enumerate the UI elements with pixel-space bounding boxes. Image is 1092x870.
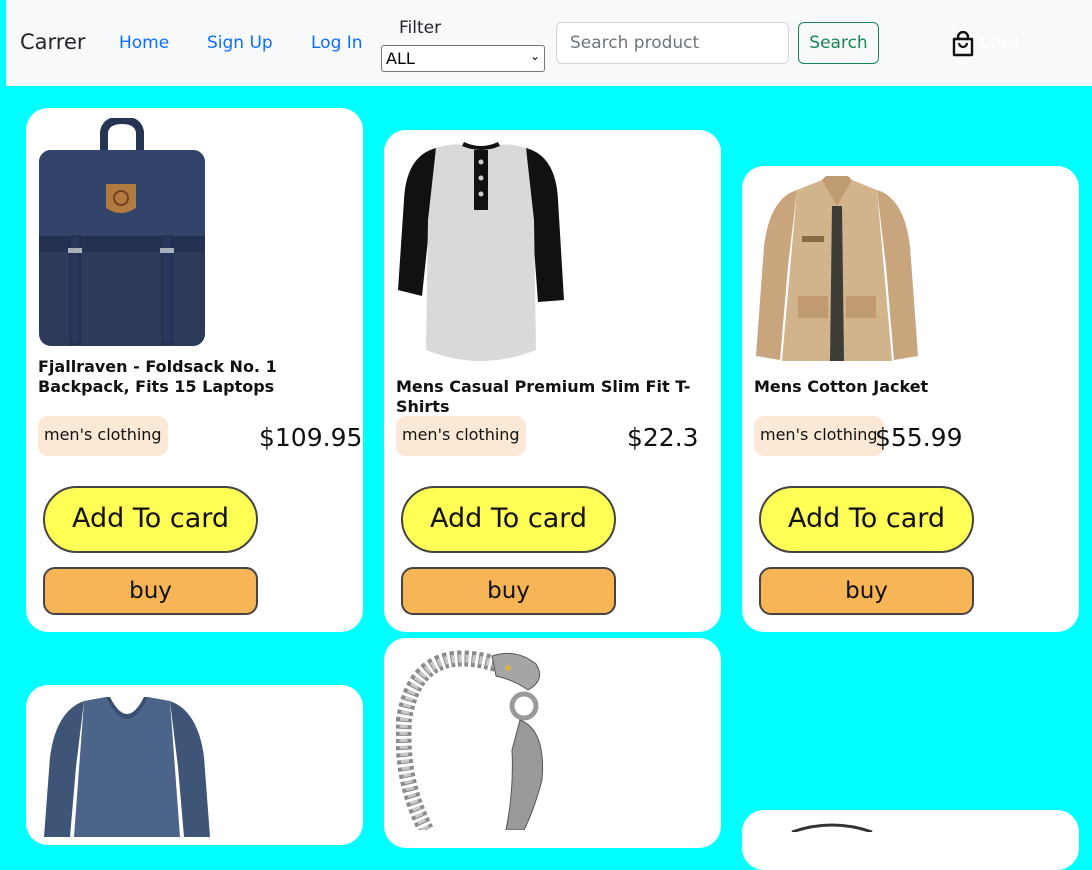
product-card [26, 685, 363, 845]
category-badge: men's clothing [754, 416, 884, 456]
shopping-bag-icon[interactable] [952, 31, 974, 57]
filter-label: Filter [399, 18, 442, 38]
nav-link-home[interactable]: Home [119, 33, 169, 53]
v-neck-sweater-image[interactable] [44, 697, 210, 837]
nav-link-log-in[interactable]: Log In [311, 33, 363, 53]
product-title: Mens Casual Premium Slim Fit T-Shirts [396, 377, 691, 416]
product-card: Mens Cotton Jacket men's clothing $55.99… [742, 166, 1079, 632]
product-card [742, 810, 1079, 870]
dragon-bracelet-image[interactable] [396, 650, 566, 830]
filter-selected-value: ALL [386, 49, 415, 68]
category-badge: men's clothing [396, 416, 526, 456]
product-card: Mens Casual Premium Slim Fit T-Shirts me… [384, 130, 721, 632]
add-to-card-button[interactable]: Add To card [43, 486, 258, 553]
product-card: Fjallraven - Foldsack No. 1 Backpack, Fi… [26, 108, 363, 632]
product-price: $55.99 [875, 423, 963, 452]
henley-shirt-image[interactable] [396, 140, 566, 366]
product-card [384, 638, 721, 848]
brand-logo[interactable]: Carrer [20, 30, 86, 54]
navbar: Carrer Home Sign Up Log In Filter ALL ⌄ … [0, 0, 1092, 86]
add-to-card-button[interactable]: Add To card [759, 486, 974, 553]
nav-link-sign-up[interactable]: Sign Up [207, 33, 273, 53]
product-price: $22.3 [627, 423, 699, 452]
product-title: Mens Cotton Jacket [754, 377, 929, 396]
search-input[interactable]: Search product [556, 22, 789, 64]
buy-button[interactable]: buy [401, 567, 616, 615]
buy-button[interactable]: buy [759, 567, 974, 615]
cotton-jacket-image[interactable] [752, 176, 922, 366]
cart-label[interactable]: Card [979, 33, 1019, 53]
category-badge: men's clothing [38, 416, 168, 456]
product-title: Fjallraven - Foldsack No. 1 Backpack, Fi… [38, 357, 277, 396]
ring-image[interactable] [782, 822, 882, 832]
product-price: $109.95 [259, 423, 363, 452]
add-to-card-button[interactable]: Add To card [401, 486, 616, 553]
backpack-image[interactable] [36, 118, 208, 348]
buy-button[interactable]: buy [43, 567, 258, 615]
category-filter-select[interactable]: ALL ⌄ [381, 45, 545, 72]
chevron-down-icon: ⌄ [529, 49, 540, 63]
search-button[interactable]: Search [798, 22, 879, 64]
